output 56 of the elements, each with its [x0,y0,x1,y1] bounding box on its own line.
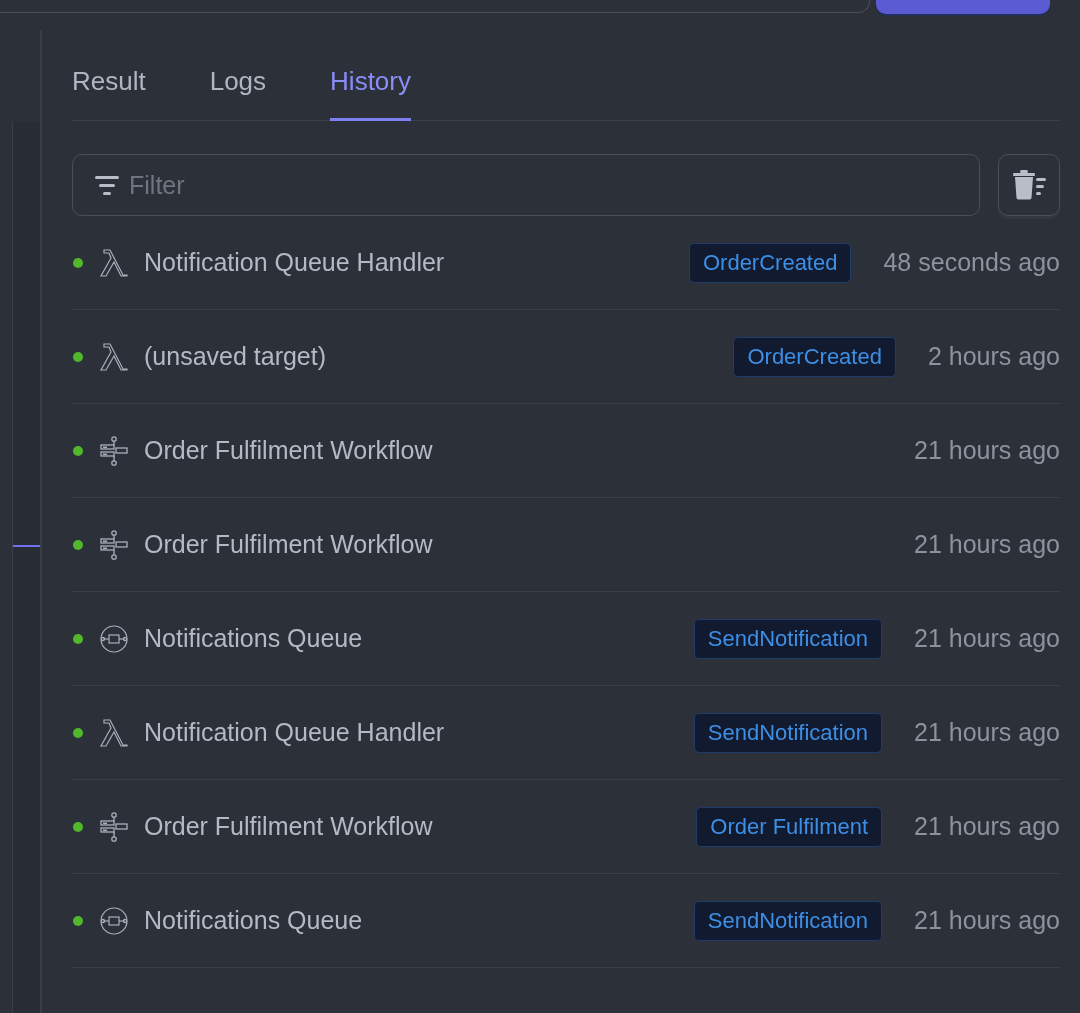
status-dot [73,915,83,926]
event-tag: SendNotification [693,900,883,941]
event-tag: SendNotification [693,712,883,753]
target-name: (unsaved target) [144,342,327,371]
target-name: Order Fulfilment Workflow [144,812,433,841]
timestamp: 48 seconds ago [883,248,1060,277]
target-name: Order Fulfilment Workflow [144,436,433,465]
status-dot [73,633,83,644]
history-item[interactable]: Order Fulfilment Workflow 21 hours ago [72,498,1060,592]
timestamp: 21 hours ago [914,812,1060,841]
history-item[interactable]: Order Fulfilment Workflow Order Fulfilment 21 hours ago [72,780,1060,874]
tab[interactable]: Result [72,30,146,121]
splitter-handle[interactable] [13,545,40,547]
target-name: Order Fulfilment Workflow [144,530,433,559]
status-dot [73,727,83,738]
timestamp: 21 hours ago [914,718,1060,747]
timestamp: 21 hours ago [914,530,1060,559]
history-item[interactable]: Notifications Queue SendNotification 21 hours ago [72,592,1060,686]
tab[interactable]: History [330,30,411,121]
status-dot [73,445,83,456]
timestamp: 2 hours ago [927,342,1060,371]
target-name: Notifications Queue [144,906,363,935]
status-dot [73,351,83,362]
primary-button[interactable] [876,0,1050,14]
input-field[interactable] [0,0,870,13]
history-item[interactable]: Notifications Queue SendNotification 21 hours ago [72,874,1060,968]
event-tag: SendNotification [693,618,883,659]
clear-history-button[interactable] [998,154,1060,216]
timestamp: 21 hours ago [914,436,1060,465]
event-tag: OrderCreated [688,242,852,283]
history-item[interactable]: (unsaved target) OrderCreated 2 hours ago [72,310,1060,404]
history-item[interactable]: Order Fulfilment Workflow 21 hours ago [72,404,1060,498]
workflow-icon [99,529,129,560]
timestamp: 21 hours ago [914,906,1060,935]
lambda-icon [99,717,129,748]
filter-field[interactable]: Filter [72,154,980,216]
history-item[interactable]: Notification Queue Handler OrderCreated 48 seconds ago [72,216,1060,310]
tab[interactable]: Logs [209,30,267,121]
status-dot [73,821,83,832]
queue-icon [99,905,129,936]
status-dot [73,257,83,268]
trash-icon [1011,170,1047,200]
status-dot [73,539,83,550]
workflow-icon [99,435,129,466]
target-name: Notification Queue Handler [144,718,445,747]
target-name: Notifications Queue [144,624,363,653]
filter-icon [94,174,120,196]
timestamp: 21 hours ago [914,624,1060,653]
event-tag: Order Fulfilment [696,806,883,847]
history-item[interactable]: Notification Queue Handler SendNotification 21 hours ago [72,686,1060,780]
lambda-icon [99,247,129,278]
event-tag: OrderCreated [733,336,896,377]
workflow-icon [99,811,129,842]
lambda-icon [99,341,129,372]
queue-icon [99,623,129,654]
target-name: Notification Queue Handler [144,248,445,277]
